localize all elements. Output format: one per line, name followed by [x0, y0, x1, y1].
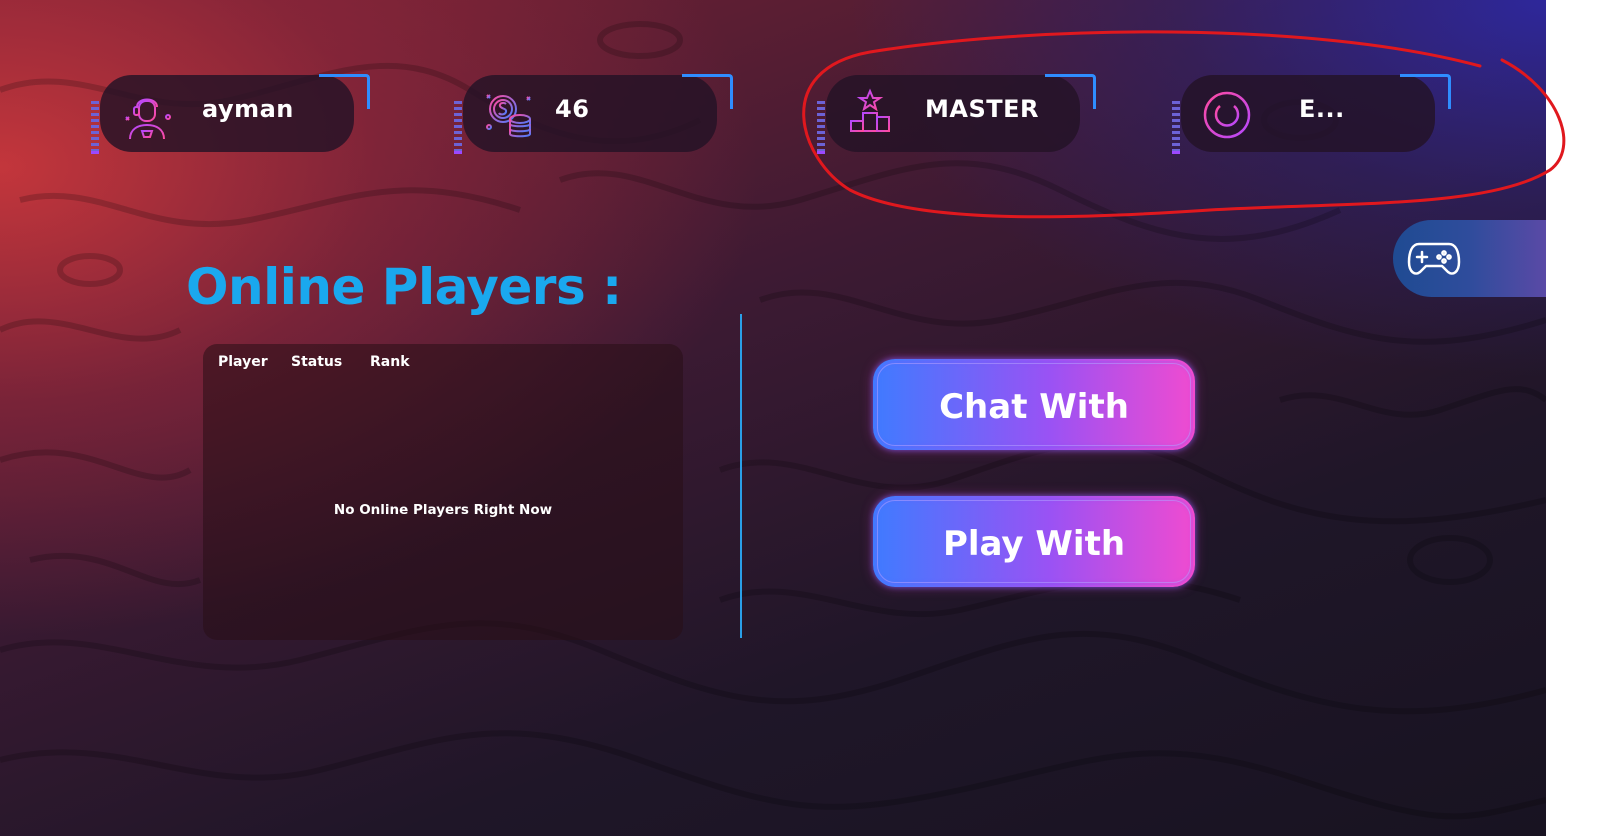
card-decoration — [817, 101, 825, 154]
logout-label: E... — [1299, 95, 1345, 123]
logout-card[interactable]: E... — [1172, 74, 1451, 154]
coins-icon — [486, 94, 531, 138]
chat-with-button[interactable]: Chat With — [873, 359, 1195, 450]
card-corner-accent — [682, 74, 733, 109]
rank-card: MASTER — [817, 74, 1096, 154]
game-dashboard: ayman 46 MASTER E... Online Players: Pl… — [0, 0, 1546, 836]
card-corner-accent — [1045, 74, 1096, 109]
column-header-rank: Rank — [370, 354, 410, 370]
power-icon[interactable] — [1201, 87, 1255, 141]
coins-value: 46 — [555, 95, 590, 123]
podium-star-icon — [848, 88, 894, 132]
user-headset-icon — [125, 98, 171, 140]
play-with-button[interactable]: Play With — [873, 496, 1195, 587]
card-corner-accent — [319, 74, 370, 109]
column-header-player: Player — [218, 354, 268, 370]
online-players-title: Online Players : — [186, 258, 622, 316]
card-decoration — [454, 101, 462, 154]
card-decoration — [91, 101, 99, 154]
user-card: ayman — [91, 74, 370, 154]
table-header-row: Player Status Rank — [203, 354, 683, 376]
empty-state-message: No Online Players Right Now — [333, 502, 553, 518]
vertical-divider — [740, 314, 742, 638]
card-corner-accent — [1400, 74, 1451, 109]
coins-card: 46 — [454, 74, 733, 154]
rank-value: MASTER — [925, 95, 1039, 123]
card-decoration — [1172, 101, 1180, 154]
gamepad-icon — [1407, 242, 1461, 275]
game-menu-button[interactable] — [1393, 220, 1546, 297]
column-header-status: Status — [291, 354, 343, 370]
username-value: ayman — [202, 95, 294, 123]
online-players-table: Player Status Rank No Online Players Rig… — [203, 344, 683, 640]
